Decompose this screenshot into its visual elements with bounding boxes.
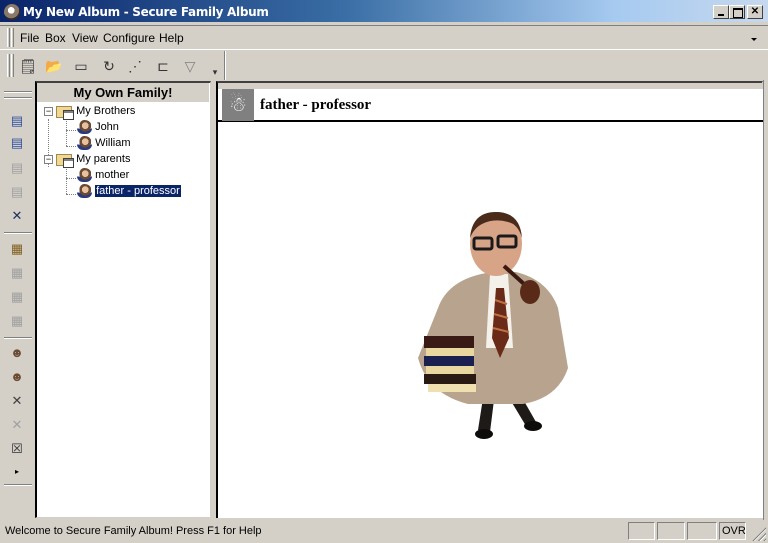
status-panel-3 (687, 522, 717, 540)
tree-group-label: My parents (76, 153, 131, 165)
open-album-icon[interactable]: 📂 (44, 57, 64, 75)
person-key-icon[interactable]: ☻ (8, 368, 26, 386)
menubar-grip-2[interactable] (11, 28, 14, 47)
tree-item-label: mother (95, 169, 130, 181)
delete-person-icon[interactable]: ☒ (8, 440, 26, 458)
side-grip[interactable] (4, 91, 32, 93)
add-person-icon[interactable]: ☻ (8, 344, 26, 362)
toolbar-grip[interactable] (7, 54, 10, 77)
tree-item-label: William (95, 137, 131, 149)
side-toolbar: ▤ ▤ ▤ ▤ ✕ ▦ ▦ ▦ ▦ ☻ ☻ ✕ ✕ ☒ ▸ (0, 82, 34, 518)
photo-shoe-left (475, 429, 493, 439)
resize-grip[interactable] (752, 527, 766, 541)
menu-bar: File Box View Configure Help (0, 25, 768, 50)
app-icon[interactable] (4, 4, 20, 20)
content-pane: ☃ father - professor (216, 81, 763, 518)
person-icon (77, 120, 92, 135)
menubar-grip[interactable] (7, 28, 10, 47)
new-album-icon[interactable]: 🗒 (18, 57, 38, 75)
tree-item-john[interactable]: John (77, 120, 119, 135)
overwrite-indicator: OVR (719, 522, 746, 540)
menu-box[interactable]: Box (45, 31, 66, 45)
maximize-button[interactable] (729, 5, 745, 19)
menu-view[interactable]: View (72, 31, 98, 45)
tree-line (66, 130, 76, 131)
box-key-icon[interactable]: ▤ (8, 134, 26, 152)
photo-book (424, 336, 474, 348)
side-separator (4, 232, 32, 234)
tree-line (66, 167, 67, 194)
undo-icon[interactable]: ↻ (99, 57, 119, 75)
toolbar-overflow-icon[interactable]: ▾ (205, 63, 225, 81)
more-tools-icon[interactable]: ▸ (8, 463, 26, 481)
menu-configure[interactable]: Configure (103, 31, 155, 45)
folder-key-disabled-icon: ▦ (10, 289, 24, 304)
tree-line (66, 194, 76, 195)
collapse-my-brothers-toggle[interactable]: − (44, 107, 53, 116)
folder-disabled-icon: ▦ (10, 265, 24, 280)
tree-group-my-brothers[interactable]: My Brothers (56, 104, 136, 121)
box-disabled-2-icon: ▤ (10, 184, 24, 199)
person-photo[interactable] (408, 208, 573, 443)
person-icon (77, 168, 92, 183)
photo-book (424, 356, 474, 366)
menubar-overflow-icon[interactable] (751, 38, 757, 41)
minimize-button[interactable] (713, 5, 729, 19)
save-icon[interactable]: ▭ (71, 57, 91, 75)
window-right-edge (763, 80, 768, 520)
tree-item-label: father - professor (94, 184, 182, 198)
photo-book (424, 374, 476, 384)
photo-pipe-bowl (520, 280, 540, 304)
tree-item-father-professor[interactable]: father - professor (77, 184, 182, 199)
title-bar: My New Album - Secure Family Album ✕ (0, 0, 768, 24)
box-disabled-icon: ▤ (10, 160, 24, 175)
delete-box-icon[interactable]: ✕ (8, 207, 26, 225)
menu-help[interactable]: Help (159, 31, 184, 45)
collapse-my-parents-toggle[interactable]: − (44, 155, 53, 164)
side-separator-3 (4, 484, 32, 486)
menu-file[interactable]: File (20, 31, 39, 45)
tree-line (66, 119, 67, 146)
content-header: ☃ father - professor (218, 89, 763, 122)
photo-book (426, 366, 474, 374)
cut-disabled-icon: ✕ (11, 417, 23, 432)
tree-line (66, 146, 76, 147)
tree-group-label: My Brothers (76, 105, 136, 117)
tree-item-william[interactable]: William (77, 136, 131, 151)
tree-item-mother[interactable]: mother (77, 168, 129, 183)
photo-book (428, 384, 476, 392)
photo-book (426, 348, 474, 356)
person-icon (77, 136, 92, 151)
close-button[interactable]: ✕ (747, 5, 763, 19)
status-panel-1 (628, 522, 655, 540)
person-title: father - professor (260, 97, 372, 113)
cut-icon[interactable]: ✕ (8, 392, 26, 410)
status-message: Welcome to Secure Family Album! Press F1… (5, 525, 262, 537)
person-icon: ☃ (222, 89, 254, 121)
side-grip-2[interactable] (4, 97, 32, 99)
toolbar: 🗒 📂 ▭ ↻ ⋰ ⊏ ▽ ▾ (0, 51, 222, 80)
side-separator-2 (4, 337, 32, 339)
add-box-icon[interactable]: ▤ (8, 112, 26, 130)
status-bar: Welcome to Secure Family Album! Press F1… (0, 519, 768, 543)
status-panel-2 (657, 522, 685, 540)
person-icon (77, 184, 92, 199)
toolbar-separator (224, 51, 226, 80)
album-name-header: My Own Family! (37, 83, 209, 102)
folder-delete-disabled-icon: ▦ (10, 313, 24, 328)
filter-icon[interactable]: ▽ (180, 57, 200, 75)
photo-shoe-right (524, 421, 542, 431)
tree-line (66, 178, 76, 179)
toolbar-grip-2[interactable] (11, 54, 14, 77)
folder-icon (56, 152, 74, 169)
chart-icon[interactable]: ⋰ (125, 57, 145, 75)
tree-item-label: John (95, 121, 119, 133)
folder-icon (56, 104, 74, 121)
tree-icon[interactable]: ⊏ (153, 57, 173, 75)
add-folder-icon[interactable]: ▦ (8, 240, 26, 258)
tree-group-my-parents[interactable]: My parents (56, 152, 131, 169)
album-tree[interactable]: My Own Family! − My Brothers John Willia… (35, 81, 211, 518)
window-title: My New Album - Secure Family Album (23, 5, 269, 19)
